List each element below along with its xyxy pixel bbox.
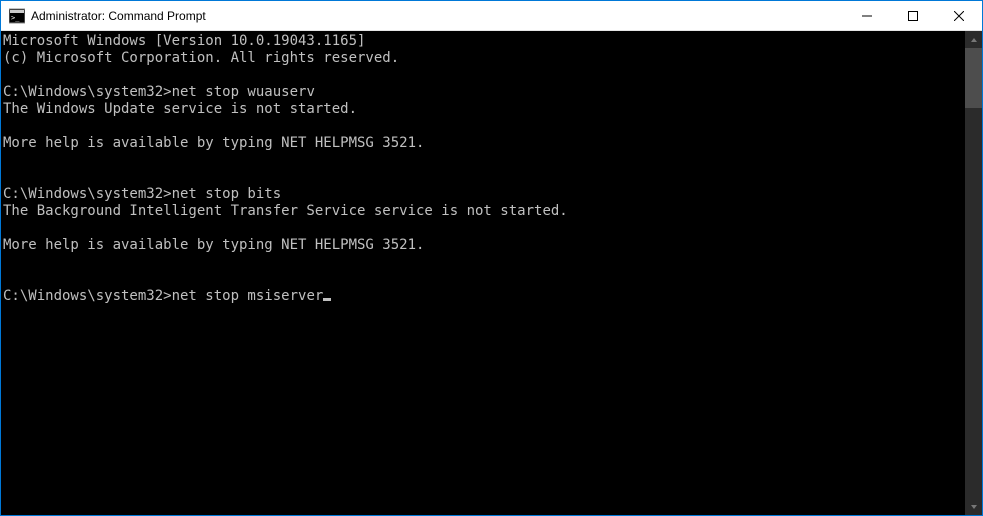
prompt-text: C:\Windows\system32>: [3, 186, 172, 202]
close-button[interactable]: [936, 1, 982, 31]
console-line: Microsoft Windows [Version 10.0.19043.11…: [3, 33, 365, 49]
titlebar[interactable]: >_ Administrator: Command Prompt: [1, 1, 982, 31]
command-text: net stop bits: [172, 186, 282, 202]
console-output[interactable]: Microsoft Windows [Version 10.0.19043.11…: [1, 31, 965, 515]
window-title: Administrator: Command Prompt: [31, 9, 206, 23]
svg-text:>_: >_: [11, 14, 20, 22]
prompt-text: C:\Windows\system32>: [3, 84, 172, 100]
console-line: More help is available by typing NET HEL…: [3, 237, 424, 253]
scroll-down-arrow-icon[interactable]: [965, 498, 982, 515]
minimize-button[interactable]: [844, 1, 890, 31]
console-line: More help is available by typing NET HEL…: [3, 135, 424, 151]
command-prompt-window: >_ Administrator: Command Prompt Microso…: [1, 1, 982, 515]
scroll-up-arrow-icon[interactable]: [965, 31, 982, 48]
console-line: The Background Intelligent Transfer Serv…: [3, 203, 568, 219]
console-line: C:\Windows\system32>net stop bits: [3, 186, 281, 202]
cmd-icon: >_: [9, 8, 25, 24]
prompt-text: C:\Windows\system32>: [3, 288, 172, 304]
vertical-scrollbar[interactable]: [965, 31, 982, 515]
text-cursor: [323, 298, 331, 301]
scroll-thumb[interactable]: [965, 48, 982, 108]
command-text: net stop wuauserv: [172, 84, 315, 100]
command-text: net stop msiserver: [172, 288, 324, 304]
client-area: Microsoft Windows [Version 10.0.19043.11…: [1, 31, 982, 515]
console-line: C:\Windows\system32>net stop wuauserv: [3, 84, 315, 100]
maximize-button[interactable]: [890, 1, 936, 31]
console-line: The Windows Update service is not starte…: [3, 101, 357, 117]
console-line: C:\Windows\system32>net stop msiserver: [3, 288, 331, 304]
console-line: (c) Microsoft Corporation. All rights re…: [3, 50, 399, 66]
